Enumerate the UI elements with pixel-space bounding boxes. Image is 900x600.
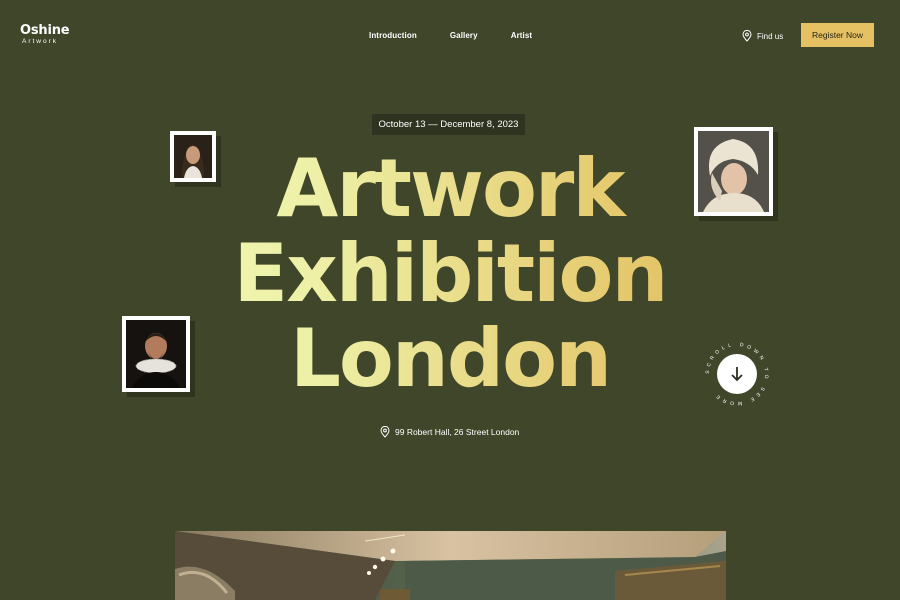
nav-link-introduction[interactable]: Introduction	[369, 31, 417, 40]
portrait-thumbnail-woman	[170, 131, 216, 182]
address-text: 99 Robert Hall, 26 Street London	[395, 427, 520, 437]
find-us-label: Find us	[757, 31, 784, 41]
hero-title-line-2: Exhibition	[0, 231, 900, 316]
gallery-interior-photo	[175, 531, 726, 600]
logo[interactable]: Oshine Artwork	[20, 23, 70, 46]
register-now-button[interactable]: Register Now	[801, 23, 874, 47]
logo-subtitle: Artwork	[22, 38, 59, 45]
nav-link-artist[interactable]: Artist	[511, 31, 533, 40]
portrait-thumbnail-turban-woman	[694, 127, 773, 216]
venue-address: 99 Robert Hall, 26 Street London	[380, 426, 519, 438]
scroll-down-button[interactable]: SCROLL DOWN TO SEE MORE	[703, 340, 771, 408]
nav-link-gallery[interactable]: Gallery	[450, 31, 478, 40]
date-range-badge: October 13 — December 8, 2023	[372, 114, 525, 135]
portrait-thumbnail-bearded-man	[122, 316, 190, 392]
main-nav: Introduction Gallery Artist	[369, 31, 532, 40]
map-pin-icon	[380, 426, 390, 438]
logo-name: Oshine	[20, 23, 70, 38]
map-pin-icon	[742, 30, 752, 42]
find-us-link[interactable]: Find us	[742, 30, 783, 42]
